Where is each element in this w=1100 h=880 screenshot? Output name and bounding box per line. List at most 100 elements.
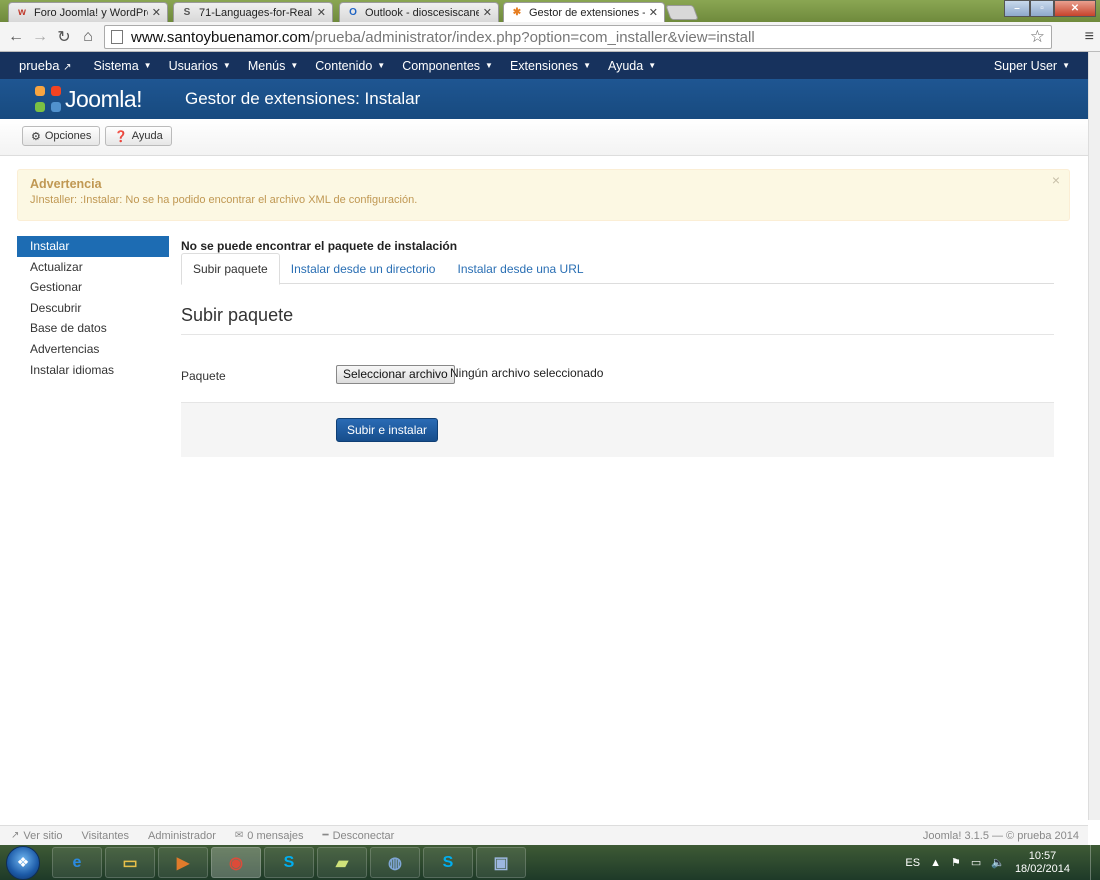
form-actions: Subir e instalar [181, 402, 1054, 457]
file-select-button[interactable]: Seleccionar archivo [336, 365, 455, 384]
skype-icon-2[interactable]: S [423, 847, 473, 878]
menu-menus[interactable]: Menús ▼ [248, 59, 298, 73]
tab-2[interactable]: Instalar desde un directorio [280, 253, 447, 285]
sidebar-item-descubrir[interactable]: Descubrir [17, 298, 169, 319]
options-label: Opciones [44, 130, 92, 142]
caret-down-icon: ▼ [485, 61, 493, 70]
network-tray-icon[interactable]: ▭ [971, 856, 981, 869]
joomla-logo[interactable]: Joomla! [35, 86, 143, 113]
browser-menu-icon[interactable]: ≡ [1085, 28, 1094, 46]
menu-componentes[interactable]: Componentes ▼ [402, 59, 493, 73]
alert-message: JInstaller: :Instalar: No se ha podido e… [30, 194, 418, 206]
menu-usuarios[interactable]: Usuarios ▼ [169, 59, 231, 73]
main-content: No se puede encontrar el paquete de inst… [181, 236, 1054, 457]
footer-link-5[interactable]: ━ Desconectar [323, 830, 395, 842]
gear-icon: ⚙ [31, 130, 41, 143]
menu-label: Ayuda [607, 58, 644, 73]
forward-icon[interactable]: → [28, 28, 52, 46]
sidebar-item-gestionar[interactable]: Gestionar [17, 277, 169, 298]
menu-label: Usuarios [168, 58, 218, 73]
close-window-button[interactable]: ✕ [1054, 0, 1096, 17]
footer-link-label: Administrador [148, 829, 216, 842]
menu-ayuda[interactable]: Ayuda ▼ [608, 59, 656, 73]
options-button[interactable]: ⚙ Opciones [22, 126, 101, 146]
sidebar-item-base-de-datos[interactable]: Base de datos [17, 318, 169, 339]
tab-close-icon[interactable]: ✕ [483, 6, 492, 19]
language-indicator[interactable]: ES [905, 857, 920, 869]
joomla-icon: ✱ [512, 7, 522, 18]
new-tab-button[interactable] [665, 5, 699, 20]
page-scrollbar[interactable] [1088, 52, 1100, 820]
joomla-forum-icon: w [18, 7, 26, 18]
browser-tab-4[interactable]: ✱ Gestor de extensiones - Ins ✕ [503, 2, 665, 22]
tab-close-icon[interactable]: ✕ [152, 6, 161, 19]
media-player-icon[interactable]: ▶ [158, 847, 208, 878]
tab-1[interactable]: Subir paquete [181, 253, 280, 285]
menu-sistema[interactable]: Sistema ▼ [94, 59, 152, 73]
clock-date: 18/02/2014 [1014, 862, 1070, 875]
window-controls: – ▫ ✕ [1004, 0, 1096, 17]
browser-toolbar: ← → ↻ ⌂ www.santoybuenamor.com/prueba/ad… [0, 22, 1100, 52]
site-brand-label: prueba [19, 58, 60, 73]
caret-down-icon: ▼ [1062, 61, 1070, 70]
start-button[interactable]: ❖ [6, 845, 40, 880]
admin-status-bar: ↗ Ver sitio Visitantes Administrador ✉ 0 mens… [0, 825, 1088, 845]
footer-link-3[interactable]: Administrador [148, 830, 216, 842]
remote-desktop-icon[interactable]: ▣ [476, 847, 526, 878]
alert-heading: Advertencia [30, 177, 102, 191]
clock[interactable]: 10:57 18/02/2014 [1015, 850, 1070, 876]
footer-link-4[interactable]: ✉ 0 mensajes [235, 830, 304, 842]
external-link-icon: ↗ [11, 830, 20, 841]
error-message: No se puede encontrar el paquete de inst… [181, 239, 458, 253]
action-center-flag-icon[interactable]: ⚑ [951, 856, 961, 869]
internet-explorer-icon[interactable]: e [52, 847, 102, 878]
help-button[interactable]: ❓ Ayuda [105, 126, 172, 146]
browser-tab-3[interactable]: O Outlook - dioscesiscanelo ✕ [339, 2, 499, 22]
show-desktop-button[interactable] [1090, 845, 1100, 880]
tab-close-icon[interactable]: ✕ [649, 6, 658, 19]
site-brand-link[interactable]: prueba ↗ [19, 58, 72, 73]
maximize-button[interactable]: ▫ [1030, 0, 1054, 17]
browser-tab-2[interactable]: S 71-Languages-for-RealEst ✕ [173, 2, 333, 22]
sticky-notes-icon[interactable]: ▰ [317, 847, 367, 878]
page-title: Gestor de extensiones: Instalar [185, 89, 421, 108]
caret-down-icon: ▼ [143, 61, 152, 70]
outlook-icon: O [349, 7, 357, 18]
menu-label: Sistema [93, 58, 139, 73]
footer-link-2[interactable]: Visitantes [82, 830, 130, 842]
minimize-button[interactable]: – [1004, 0, 1030, 17]
back-icon[interactable]: ← [4, 28, 28, 46]
windows-logo-icon: ❖ [16, 854, 30, 870]
user-menu[interactable]: Super User ▼ [994, 59, 1070, 73]
sidebar-item-instalar[interactable]: Instalar [17, 236, 169, 257]
tray-expand-icon[interactable]: ▲ [930, 857, 941, 869]
browser-tab-1[interactable]: w Foro Joomla! y WordPress ✕ [8, 2, 168, 22]
menu-contenido[interactable]: Contenido ▼ [315, 59, 385, 73]
upload-install-button[interactable]: Subir e instalar [336, 418, 439, 442]
admin-menu: Sistema ▼ Usuarios ▼ Menús ▼ Contenido ▼ Compone… [94, 59, 674, 73]
network-icon[interactable]: ◍ [370, 847, 420, 878]
sidebar-item-actualizar[interactable]: Actualizar [17, 257, 169, 278]
skype-icon[interactable]: S [264, 847, 314, 878]
reload-icon[interactable]: ↻ [52, 27, 76, 47]
footer-link-1[interactable]: ↗ Ver sitio [11, 830, 63, 842]
footer-link-label: Visitantes [81, 829, 130, 842]
close-icon[interactable]: × [1052, 172, 1060, 188]
browser-tab-strip: w Foro Joomla! y WordPress ✕ S 71-Languages-… [0, 0, 1100, 22]
system-tray: ES ▲ ⚑ ▭ 🔈 10:57 18/02/2014 [905, 845, 1100, 880]
sidebar-item-instalar-idiomas[interactable]: Instalar idiomas [17, 360, 169, 381]
caret-down-icon: ▼ [377, 61, 386, 70]
package-label: Paquete [181, 369, 226, 383]
chrome-icon[interactable]: ◉ [211, 847, 261, 878]
volume-icon[interactable]: 🔈 [991, 856, 1005, 869]
bookmark-star-icon[interactable]: ☆ [1030, 27, 1045, 47]
address-bar[interactable]: www.santoybuenamor.com/prueba/administra… [104, 25, 1052, 49]
home-icon[interactable]: ⌂ [76, 28, 100, 46]
file-explorer-icon[interactable]: ▭ [105, 847, 155, 878]
tab-3[interactable]: Instalar desde una URL [446, 253, 594, 285]
sidebar-item-advertencias[interactable]: Advertencias [17, 339, 169, 360]
warning-alert: Advertencia JInstaller: :Instalar: No se… [17, 169, 1070, 221]
tab-close-icon[interactable]: ✕ [317, 6, 326, 19]
status-links: ↗ Ver sitio Visitantes Administrador ✉ 0 mens… [0, 830, 402, 842]
menu-extensiones[interactable]: Extensiones ▼ [510, 59, 591, 73]
